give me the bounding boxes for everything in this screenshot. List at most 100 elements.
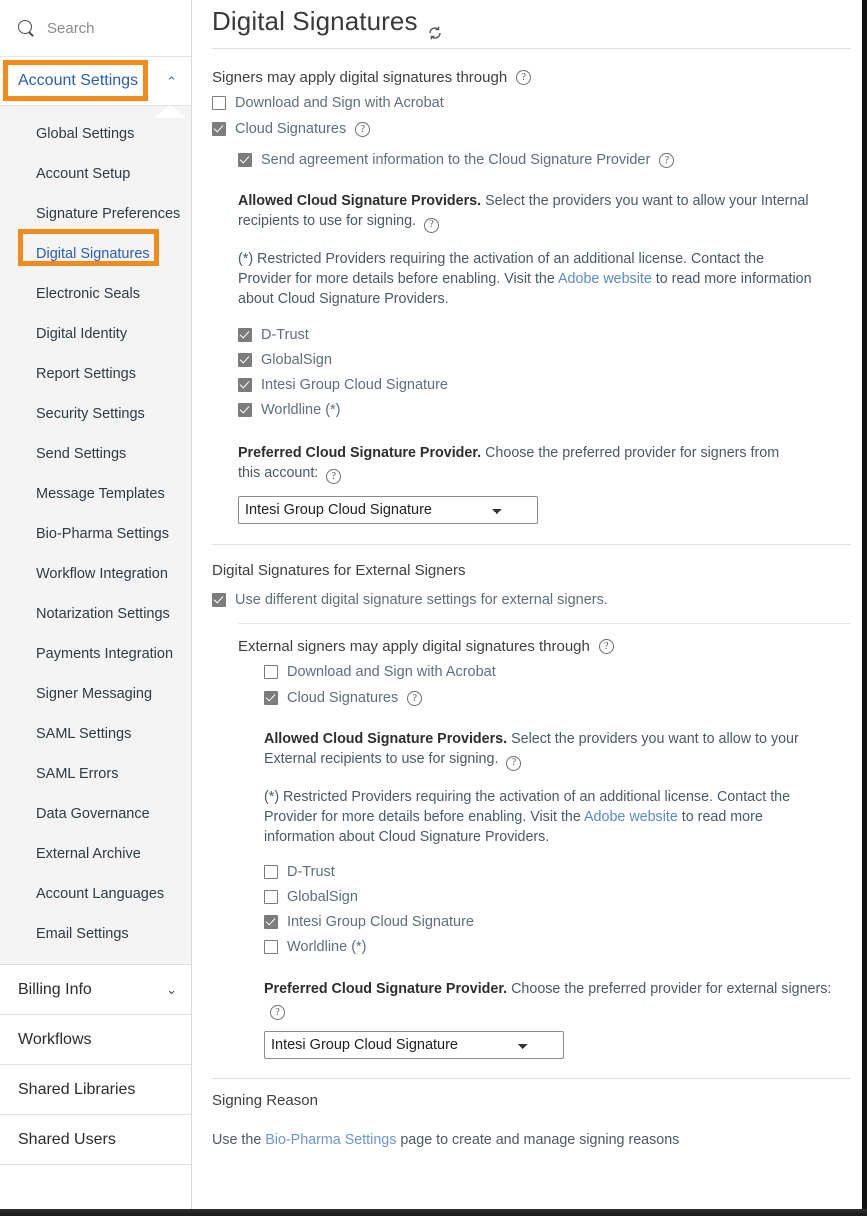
help-icon[interactable]: ? xyxy=(270,1005,285,1020)
help-icon[interactable]: ? xyxy=(506,756,521,771)
search-input[interactable]: Search xyxy=(47,20,95,37)
search-bar[interactable]: Search xyxy=(0,0,191,57)
sidebar-item-email-settings[interactable]: Email Settings xyxy=(0,914,191,954)
provider-label: GlobalSign xyxy=(261,352,332,369)
checkbox[interactable] xyxy=(238,153,252,167)
sidebar-item-label: Workflows xyxy=(18,1031,92,1049)
help-icon[interactable]: ? xyxy=(407,691,422,706)
checkbox[interactable] xyxy=(264,665,278,679)
sidebar-item-payments-integration[interactable]: Payments Integration xyxy=(0,634,191,674)
external-provider-worldline[interactable]: Worldline (*) xyxy=(264,939,851,956)
sidebar-item-account-setup[interactable]: Account Setup xyxy=(0,154,191,194)
internal-option-cloud-signatures[interactable]: Cloud Signatures ? xyxy=(212,121,851,138)
chevron-down-icon[interactable]: ⌄ xyxy=(166,983,177,996)
internal-provider-globalsign[interactable]: GlobalSign xyxy=(238,352,851,369)
internal-provider-intesi-group[interactable]: Intesi Group Cloud Signature xyxy=(238,377,851,394)
sidebar-item-message-templates[interactable]: Message Templates xyxy=(0,474,191,514)
sidebar-item-global-settings[interactable]: Global Settings xyxy=(0,114,191,154)
internal-preferred-provider-select[interactable]: Intesi Group Cloud Signature xyxy=(238,496,538,524)
sidebar-item-account-languages[interactable]: Account Languages xyxy=(0,874,191,914)
window-right-edge xyxy=(862,0,867,1216)
adobe-website-link[interactable]: Adobe website xyxy=(558,271,652,287)
sidebar-item-shared-users[interactable]: Shared Users xyxy=(0,1115,191,1165)
sidebar-item-workflows[interactable]: Workflows xyxy=(0,1015,191,1065)
checkbox[interactable] xyxy=(264,940,278,954)
checkbox[interactable] xyxy=(264,691,278,705)
checkbox[interactable] xyxy=(264,915,278,929)
sidebar-item-shared-libraries[interactable]: Shared Libraries xyxy=(0,1065,191,1115)
external-provider-intesi-group[interactable]: Intesi Group Cloud Signature xyxy=(264,914,851,931)
checkbox[interactable] xyxy=(212,593,226,607)
internal-send-agreement-info[interactable]: Send agreement information to the Cloud … xyxy=(238,152,851,169)
signing-reason-title: Signing Reason xyxy=(212,1092,851,1109)
option-label: Download and Sign with Acrobat xyxy=(287,664,496,681)
external-preferred-provider-select[interactable]: Intesi Group Cloud Signature xyxy=(264,1031,564,1059)
sidebar-item-label: Signature Preferences xyxy=(36,206,180,222)
internal-provider-d-trust[interactable]: D-Trust xyxy=(238,327,851,344)
help-icon[interactable]: ? xyxy=(326,469,341,484)
help-icon[interactable]: ? xyxy=(516,70,531,85)
internal-option-download-acrobat[interactable]: Download and Sign with Acrobat xyxy=(212,95,851,112)
sidebar-item-saml-settings[interactable]: SAML Settings xyxy=(0,714,191,754)
preferred-provider-label: Preferred Cloud Signature Provider. xyxy=(264,981,507,997)
preferred-provider-label: Preferred Cloud Signature Provider. xyxy=(238,445,481,461)
help-icon[interactable]: ? xyxy=(424,218,439,233)
checkbox[interactable] xyxy=(264,865,278,879)
sidebar-item-security-settings[interactable]: Security Settings xyxy=(0,394,191,434)
internal-preferred-provider-desc: Preferred Cloud Signature Provider. Choo… xyxy=(238,443,798,485)
chevron-up-icon[interactable]: ⌃ xyxy=(166,75,177,88)
sidebar-item-workflow-integration[interactable]: Workflow Integration xyxy=(0,554,191,594)
sidebar-item-label: Report Settings xyxy=(36,366,136,382)
adobe-website-link[interactable]: Adobe website xyxy=(584,809,678,825)
sidebar-item-digital-signatures[interactable]: Digital Signatures xyxy=(0,234,191,274)
sidebar-item-electronic-seals[interactable]: Electronic Seals xyxy=(0,274,191,314)
checkbox[interactable] xyxy=(238,328,252,342)
sidebar-item-label: Global Settings xyxy=(36,126,134,142)
sidebar-item-label: Shared Users xyxy=(18,1131,116,1149)
sidebar-item-signature-preferences[interactable]: Signature Preferences xyxy=(0,194,191,234)
help-icon[interactable]: ? xyxy=(599,639,614,654)
checkbox[interactable] xyxy=(238,353,252,367)
external-use-different-settings[interactable]: Use different digital signature settings… xyxy=(212,592,851,609)
refresh-icon[interactable] xyxy=(427,17,443,33)
sidebar-item-billing-info[interactable]: Billing Info ⌄ xyxy=(0,965,191,1015)
provider-label: Worldline (*) xyxy=(287,939,367,956)
external-option-cloud-signatures[interactable]: Cloud Signatures ? xyxy=(264,690,851,707)
signing-reason-divider xyxy=(212,1078,851,1079)
provider-label: Intesi Group Cloud Signature xyxy=(261,377,448,394)
checkbox[interactable] xyxy=(212,96,226,110)
external-section-divider xyxy=(212,544,851,545)
bio-pharma-settings-link[interactable]: Bio-Pharma Settings xyxy=(265,1132,396,1148)
account-settings-submenu: Global Settings Account Setup Signature … xyxy=(0,106,191,965)
sidebar-item-send-settings[interactable]: Send Settings xyxy=(0,434,191,474)
sidebar-item-saml-errors[interactable]: SAML Errors xyxy=(0,754,191,794)
checkbox[interactable] xyxy=(238,378,252,392)
sidebar-item-notarization-settings[interactable]: Notarization Settings xyxy=(0,594,191,634)
external-provider-globalsign[interactable]: GlobalSign xyxy=(264,889,851,906)
help-icon[interactable]: ? xyxy=(355,122,370,137)
sidebar-item-external-archive[interactable]: External Archive xyxy=(0,834,191,874)
sidebar-item-report-settings[interactable]: Report Settings xyxy=(0,354,191,394)
sidebar-item-digital-identity[interactable]: Digital Identity xyxy=(0,314,191,354)
sidebar-item-signer-messaging[interactable]: Signer Messaging xyxy=(0,674,191,714)
page-title: Digital Signatures xyxy=(212,0,851,37)
sidebar-item-label: Data Governance xyxy=(36,806,150,822)
title-divider xyxy=(212,48,851,49)
checkbox[interactable] xyxy=(212,122,226,136)
sidebar-item-bio-pharma-settings[interactable]: Bio-Pharma Settings xyxy=(0,514,191,554)
provider-label: Intesi Group Cloud Signature xyxy=(287,914,474,931)
external-option-download-acrobat[interactable]: Download and Sign with Acrobat xyxy=(264,664,851,681)
external-provider-d-trust[interactable]: D-Trust xyxy=(264,864,851,881)
sidebar-item-label: Message Templates xyxy=(36,486,165,502)
sidebar-item-label: Billing Info xyxy=(18,981,92,999)
option-label: Download and Sign with Acrobat xyxy=(235,95,444,112)
sidebar-item-label: Send Settings xyxy=(36,446,126,462)
checkbox[interactable] xyxy=(264,890,278,904)
provider-label: D-Trust xyxy=(261,327,309,344)
sidebar-item-label: Payments Integration xyxy=(36,646,173,662)
sidebar-item-data-governance[interactable]: Data Governance xyxy=(0,794,191,834)
sidebar-item-account-settings[interactable]: Account Settings ⌃ xyxy=(0,57,191,106)
help-icon[interactable]: ? xyxy=(659,153,674,168)
checkbox[interactable] xyxy=(238,403,252,417)
internal-provider-worldline[interactable]: Worldline (*) xyxy=(238,402,851,419)
